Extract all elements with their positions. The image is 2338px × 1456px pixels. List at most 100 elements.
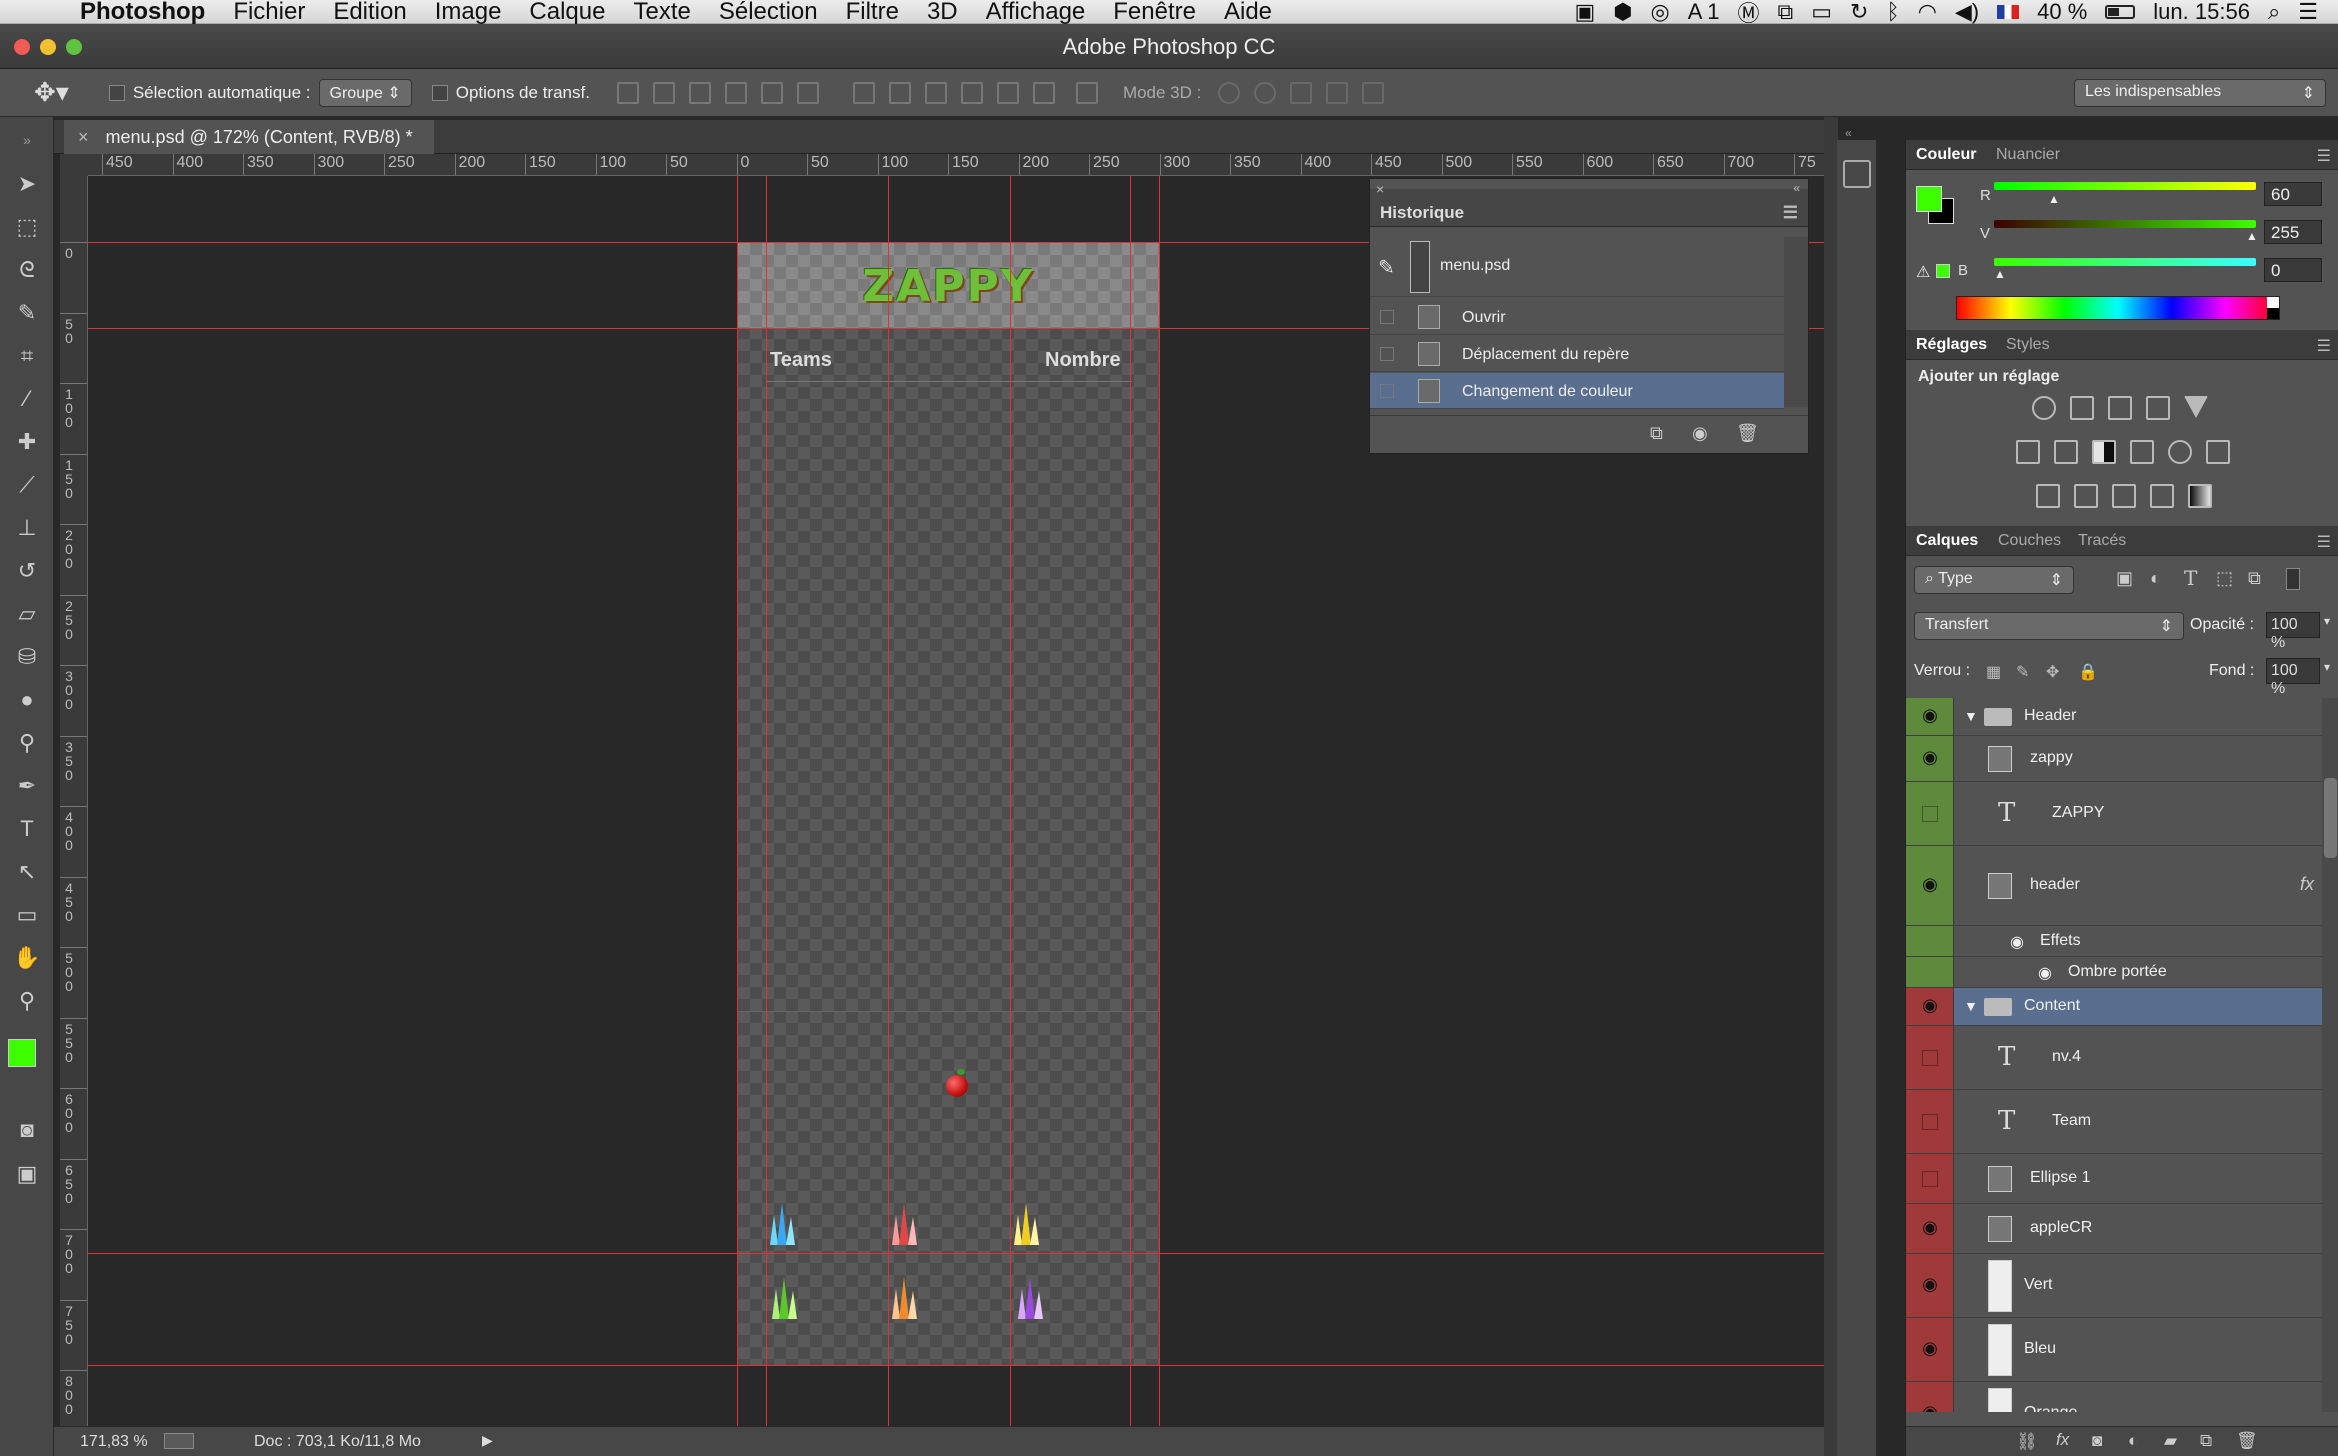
photo-filter-adjust-icon[interactable]: [2130, 440, 2154, 464]
layer-group-row[interactable]: ◉ ▼ Content: [1906, 988, 2322, 1026]
layer-row[interactable]: ◉ Vert: [1906, 1254, 2322, 1318]
close-panel-icon[interactable]: ×: [1376, 181, 1384, 197]
history-brush-tool-icon[interactable]: ↺: [12, 556, 42, 586]
menu-fenetre[interactable]: Fenêtre: [1113, 0, 1196, 26]
guide-horizontal[interactable]: [88, 1365, 1824, 1366]
filter-toggle[interactable]: [2286, 568, 2300, 590]
status-icon-3[interactable]: ◎: [1650, 0, 1669, 25]
layer-row[interactable]: ◉ header fx: [1906, 846, 2322, 926]
workspace-dropdown[interactable]: Les indispensables ⇕: [2074, 79, 2326, 107]
guide-vertical[interactable]: [1159, 176, 1160, 1426]
airplay-icon[interactable]: ▭: [1811, 0, 1832, 25]
align-hcenter-icon[interactable]: [760, 81, 783, 104]
visibility-toggle[interactable]: ◉: [1906, 1318, 1954, 1381]
eye-icon[interactable]: ◉: [1920, 1338, 1940, 1359]
brightness-adjust-icon[interactable]: [2032, 396, 2056, 420]
adobe-count[interactable]: A 1: [1688, 0, 1720, 25]
visibility-toggle[interactable]: [1906, 1026, 1954, 1089]
align-vcenter-icon[interactable]: [652, 81, 675, 104]
status-icon-1[interactable]: ▣: [1574, 0, 1595, 25]
blend-mode-dropdown[interactable]: Transfert ⇕: [1914, 612, 2184, 640]
filter-adjustment-icon[interactable]: ◐: [2150, 568, 2161, 589]
healing-brush-tool-icon[interactable]: ✚: [12, 427, 42, 457]
app-menu[interactable]: Photoshop: [80, 0, 205, 26]
gradient-map-adjust-icon[interactable]: [2188, 484, 2212, 508]
document-canvas[interactable]: ZAPPY Teams Nombre: [738, 243, 1159, 1365]
threshold-adjust-icon[interactable]: [2112, 484, 2136, 508]
opacity-slider-toggle[interactable]: ▾: [2324, 614, 2330, 628]
orbit-3d-icon[interactable]: [1218, 81, 1241, 104]
history-step-checkbox[interactable]: [1380, 310, 1394, 324]
zoom-window-button[interactable]: [66, 39, 82, 55]
visibility-toggle[interactable]: ◉: [1906, 1204, 1954, 1253]
eye-icon[interactable]: ◉: [1920, 705, 1940, 726]
opacity-field[interactable]: 100 %: [2266, 612, 2320, 651]
tab-calques[interactable]: Calques: [1916, 532, 1978, 550]
layer-row[interactable]: Ellipse 1: [1906, 1154, 2322, 1204]
g-slider-thumb[interactable]: ▲: [2246, 229, 2258, 243]
menu-affichage[interactable]: Affichage: [986, 0, 1086, 26]
guide-vertical[interactable]: [737, 176, 738, 1426]
history-step[interactable]: Ouvrir: [1370, 299, 1784, 335]
color-balance-adjust-icon[interactable]: [2054, 440, 2078, 464]
expand-arrow-icon[interactable]: ▼: [1964, 708, 1978, 724]
layer-fx-icon[interactable]: fx: [2056, 1430, 2069, 1450]
guide-vertical[interactable]: [1130, 176, 1131, 1426]
visibility-toggle[interactable]: ◉: [1906, 698, 1954, 735]
layer-row[interactable]: T ZAPPY: [1906, 782, 2322, 846]
invert-adjust-icon[interactable]: [2036, 484, 2060, 508]
crop-tool-icon[interactable]: ⌗: [12, 341, 42, 371]
zoom-tool-icon[interactable]: ⚲: [12, 986, 42, 1016]
eraser-tool-icon[interactable]: ▱: [12, 599, 42, 629]
b-slider-thumb[interactable]: ▲: [1994, 267, 2006, 281]
minimize-window-button[interactable]: [40, 39, 56, 55]
status-icon-4[interactable]: ⧉: [1778, 0, 1794, 25]
lasso-tool-icon[interactable]: ᘓ: [12, 255, 42, 285]
roll-3d-icon[interactable]: [1254, 81, 1277, 104]
visibility-toggle[interactable]: ◉: [1906, 1382, 1954, 1412]
posterize-adjust-icon[interactable]: [2074, 484, 2098, 508]
clone-stamp-tool-icon[interactable]: ⊥: [12, 513, 42, 543]
layer-filter-dropdown[interactable]: ⌕ Type ⇕: [1914, 566, 2074, 594]
tab-nuancier[interactable]: Nuancier: [1996, 146, 2060, 164]
lock-position-icon[interactable]: ✥: [2046, 662, 2059, 682]
history-step-active[interactable]: Changement de couleur: [1370, 373, 1784, 409]
blur-tool-icon[interactable]: ●: [12, 685, 42, 715]
notification-center-icon[interactable]: ☰: [2298, 0, 2318, 25]
rectangle-tool-icon[interactable]: ▭: [12, 900, 42, 930]
fg-color-swatch[interactable]: [1916, 186, 1942, 212]
status-menu-arrow-icon[interactable]: ▶: [482, 1432, 493, 1449]
spotlight-icon[interactable]: ⌕: [2268, 0, 2280, 25]
panel-menu-icon[interactable]: ☰: [2317, 336, 2331, 356]
guide-horizontal[interactable]: [88, 1253, 1824, 1254]
layer-effect-row[interactable]: ◉ Ombre portée: [1906, 957, 2322, 988]
layer-row[interactable]: Tnv.4: [1906, 1026, 2322, 1090]
g-slider[interactable]: [1994, 220, 2256, 228]
new-snapshot-icon[interactable]: ◉: [1692, 423, 1708, 444]
visibility-toggle[interactable]: ◉: [1906, 1254, 1954, 1317]
new-document-from-state-icon[interactable]: ⧉: [1650, 423, 1663, 444]
layer-row[interactable]: ◉ Orange: [1906, 1382, 2322, 1412]
brush-tool-icon[interactable]: ⟋: [12, 470, 42, 500]
distribute-top-icon[interactable]: [852, 81, 875, 104]
menu-texte[interactable]: Texte: [633, 0, 690, 26]
distribute-right-icon[interactable]: [1032, 81, 1055, 104]
channel-mixer-adjust-icon[interactable]: [2168, 440, 2192, 464]
filter-type-icon[interactable]: T: [2184, 566, 2197, 590]
g-value[interactable]: 255: [2264, 220, 2322, 244]
visibility-toggle[interactable]: [1906, 957, 1954, 987]
battery-percent[interactable]: 40 %: [2037, 0, 2087, 25]
time-machine-icon[interactable]: ↻: [1850, 0, 1868, 25]
eye-icon[interactable]: ◉: [1920, 1402, 1940, 1412]
exposure-adjust-icon[interactable]: [2146, 396, 2170, 420]
link-layers-icon[interactable]: ⛓: [2016, 1432, 2038, 1452]
auto-align-icon[interactable]: [1075, 81, 1098, 104]
delete-state-icon[interactable]: 🗑: [1736, 423, 1759, 444]
collapse-toolbar-icon[interactable]: »: [12, 125, 42, 155]
dodge-tool-icon[interactable]: ⚲: [12, 728, 42, 758]
eye-icon[interactable]: ◉: [1920, 1217, 1940, 1238]
wifi-icon[interactable]: ◠: [1918, 0, 1937, 25]
delete-layer-icon[interactable]: 🗑: [2236, 1431, 2258, 1451]
history-step-checkbox[interactable]: [1380, 384, 1394, 398]
eye-icon[interactable]: ◉: [1920, 874, 1940, 895]
